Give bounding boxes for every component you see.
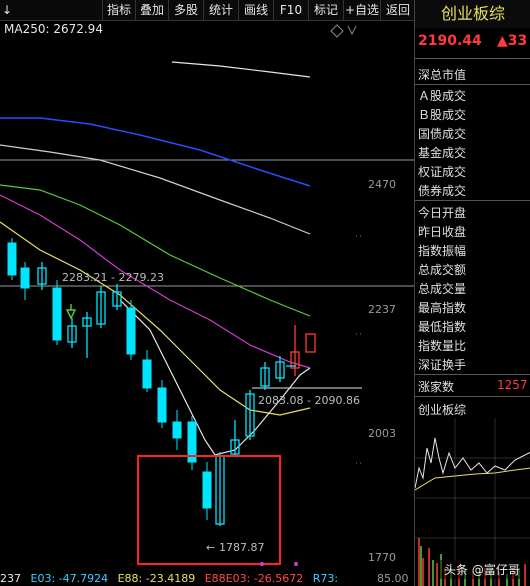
mini-chart-title: 创业板综 <box>418 403 467 417</box>
marker-dot <box>294 562 298 566</box>
index-title: 创业板综 <box>415 0 530 28</box>
ma250-label: MA250: 2672.94 <box>4 22 103 36</box>
menu-item-b-share-volume[interactable]: Ｂ股成交 <box>418 106 466 123</box>
ma250-line <box>171 61 311 78</box>
toolbar-button-indicator[interactable]: 指标 <box>102 0 135 20</box>
toolbar-button-draw-line[interactable]: 画线 <box>238 0 273 20</box>
diamond-icon[interactable] <box>330 24 344 38</box>
divider <box>415 200 530 201</box>
watermark: 头条 @富仔哥 <box>440 560 524 579</box>
menu-item-a-share-volume[interactable]: Ａ股成交 <box>418 87 466 104</box>
ma-green-line <box>0 184 311 317</box>
chevron-down-icon[interactable] <box>347 25 357 36</box>
menu-item-low[interactable]: 最低指数 <box>418 318 466 335</box>
intraday-avg-line <box>415 467 530 491</box>
divider <box>415 396 530 397</box>
advancers-label: 涨家数 <box>418 380 455 394</box>
menu-item-prev-close[interactable]: 昨日收盘 <box>418 223 466 240</box>
indicator-e88: E88: -23.4189 <box>117 572 196 585</box>
signal-arrow-icon <box>65 309 77 320</box>
candlestick-chart[interactable] <box>0 20 414 586</box>
menu-item-warrant-volume[interactable]: 权证成交 <box>418 163 466 180</box>
menu-item-treasury-volume[interactable]: 国债成交 <box>418 125 466 142</box>
current-price: 2190.44 <box>418 33 482 49</box>
toolbar-button-statistics[interactable]: 统计 <box>203 0 238 20</box>
indicator-value: 237 <box>0 572 21 585</box>
price-row: 2190.44 ▲33 <box>415 30 530 56</box>
down-arrow-icon[interactable]: ↓ <box>0 0 14 20</box>
toolbar-button-back[interactable]: 返回 <box>380 0 415 20</box>
toolbar-button-overlay[interactable]: 叠加 <box>135 0 168 20</box>
menu-item-amplitude[interactable]: 指数振幅 <box>418 242 466 259</box>
marker-dot <box>260 562 264 566</box>
price-tick: 2003 <box>368 427 396 440</box>
indicator-r73: R73: <box>312 572 339 585</box>
menu-item-turnover-amount[interactable]: 总成交额 <box>418 261 466 278</box>
intraday-price-line <box>415 437 530 489</box>
divider <box>415 58 530 59</box>
menu-item-turnover-rate[interactable]: 深证换手 <box>418 356 466 373</box>
indicator-e88e03: E88E03: -26.5672 <box>204 572 304 585</box>
mid-range-label: 2083.08 - 2090.86 <box>258 394 360 407</box>
divider <box>415 374 530 375</box>
menu-item-today-open[interactable]: 今日开盘 <box>418 204 466 221</box>
menu-item-market-cap[interactable]: 深总市值 <box>418 66 466 83</box>
advancers-value: 1257 <box>497 378 528 392</box>
price-tick: 2237 <box>368 303 396 316</box>
low-point-arrow: ← <box>206 541 216 554</box>
indicator-values-bar: 237 E03: -47.7924 E88: -23.4189 E88E03: … <box>0 571 414 586</box>
price-tick: 1770 <box>368 551 396 564</box>
price-change: ▲33 <box>497 33 528 49</box>
toolbar-button-mark[interactable]: 标记 <box>308 0 343 20</box>
quote-panel: 创业板综 2190.44 ▲33 深总市值 Ａ股成交 Ｂ股成交 国债成交 基金成… <box>414 0 530 586</box>
red-candles <box>290 325 316 376</box>
axis-tick-marks <box>356 235 364 464</box>
menu-item-bond-volume[interactable]: 债券成交 <box>418 182 466 199</box>
high-range-label: 2283.21 - 2279.23 <box>62 271 164 284</box>
menu-item-fund-volume[interactable]: 基金成交 <box>418 144 466 161</box>
menu-item-turnover-volume[interactable]: 总成交量 <box>418 280 466 297</box>
toolbar-button-f10[interactable]: F10 <box>273 0 308 20</box>
divider <box>415 84 530 85</box>
toolbar-button-multi-stock[interactable]: 多股 <box>168 0 203 20</box>
low-point-label: 1787.87 <box>219 541 265 554</box>
indicator-e03: E03: -47.7924 <box>30 572 109 585</box>
menu-item-high[interactable]: 最高指数 <box>418 299 466 316</box>
lower-price-tick: 85.00 <box>377 572 409 585</box>
toolbar: ↓ 指标 叠加 多股 统计 画线 F10 标记 +自选 返回 <box>0 0 414 21</box>
price-tick: 2470 <box>368 178 396 191</box>
toolbar-button-add-watchlist[interactable]: +自选 <box>343 0 380 20</box>
menu-item-volume-ratio[interactable]: 指数量比 <box>418 337 466 354</box>
ma-white-line <box>0 144 311 235</box>
